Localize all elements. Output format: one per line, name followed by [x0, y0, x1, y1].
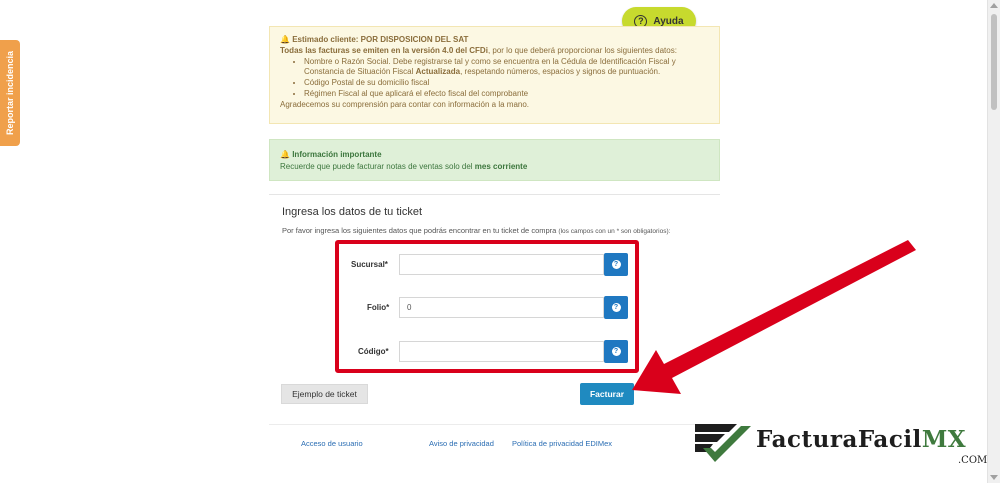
list-item: Código Postal de su domicilio fiscal [304, 78, 709, 89]
sat-notice-intro: Todas las facturas se emiten en la versi… [280, 45, 677, 55]
important-info-title: 🔔 Información importante [280, 150, 382, 159]
important-info-text: Recuerde que puede facturar notas de ven… [280, 161, 528, 171]
sat-requirements-list: Nombre o Razón Social. Debe registrarse … [280, 57, 709, 100]
scroll-down-icon[interactable] [990, 475, 998, 480]
footer-divider [269, 424, 720, 425]
folio-row: Folio* ? [0, 296, 628, 321]
list-item: Régimen Fiscal al que aplicará el efecto… [304, 89, 709, 100]
vertical-scrollbar[interactable] [987, 0, 1000, 483]
bell-icon: 🔔 [280, 150, 290, 159]
report-incident-tab[interactable]: Reportar incidencia [0, 40, 20, 146]
sat-notice-alert: 🔔 Estimado cliente: POR DISPOSICION DEL … [269, 26, 720, 124]
section-divider [269, 194, 720, 195]
ticket-example-button[interactable]: Ejemplo de ticket [281, 384, 368, 404]
scrollbar-thumb[interactable] [991, 14, 997, 110]
codigo-row: Código* ? [0, 340, 628, 365]
bell-icon: 🔔 [280, 35, 290, 44]
sucursal-row: Sucursal* ? [0, 253, 628, 278]
privacy-policy-link[interactable]: Política de privacidad EDIMex [512, 439, 612, 448]
privacy-notice-link[interactable]: Aviso de privacidad [429, 439, 494, 448]
form-title: Ingresa los datos de tu ticket [282, 206, 423, 218]
brand-mark-icon [695, 424, 751, 462]
report-incident-label: Reportar incidencia [5, 50, 15, 136]
sat-notice-title: 🔔 Estimado cliente: POR DISPOSICION DEL … [280, 35, 469, 44]
scroll-up-icon[interactable] [990, 3, 998, 8]
brand-wordmark: FacturaFacilMX [756, 426, 967, 453]
help-label: Ayuda [653, 15, 684, 27]
highlight-box [335, 240, 639, 373]
brand-domain: .COM [958, 455, 988, 466]
annotation-arrow-shape [632, 240, 916, 394]
sat-notice-closing: Agradecemos su comprensión para contar c… [280, 99, 530, 109]
brand-logo: FacturaFacilMX .COM [693, 418, 993, 470]
facturar-button[interactable]: Facturar [580, 383, 634, 405]
form-description: Por favor ingresa los siguientes datos q… [282, 226, 671, 235]
user-access-link[interactable]: Acceso de usuario [301, 439, 363, 448]
list-item: Nombre o Razón Social. Debe registrarse … [304, 57, 709, 79]
important-info-alert: 🔔 Información importante Recuerde que pu… [269, 139, 720, 181]
